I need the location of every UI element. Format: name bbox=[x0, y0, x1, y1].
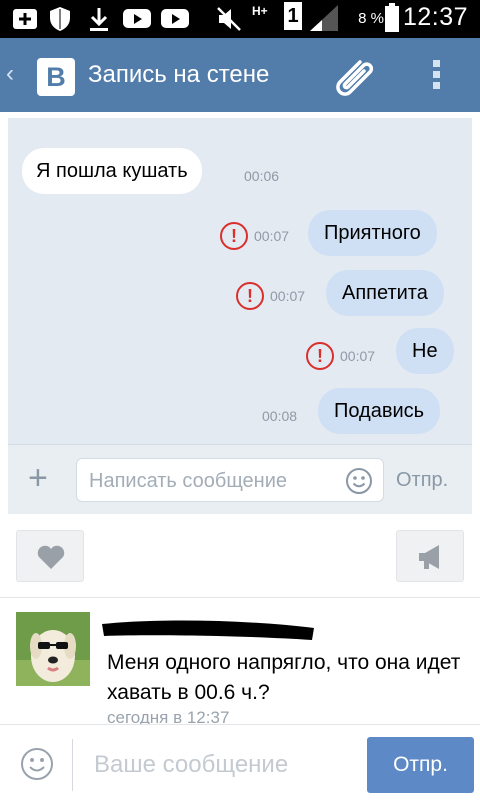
message-time: 00:06 bbox=[244, 168, 280, 184]
message-text: Аппетита bbox=[342, 282, 428, 304]
avatar[interactable] bbox=[16, 612, 90, 686]
heart-icon bbox=[37, 545, 65, 569]
comment-text: Меня одного напрягло, что она идет хават… bbox=[107, 651, 461, 704]
battery-percent: 8 % bbox=[358, 10, 384, 27]
message-text: Я пошла кушать bbox=[36, 160, 188, 182]
message-bubble: Аппетита bbox=[326, 270, 444, 316]
divider bbox=[0, 597, 480, 598]
error-icon: ! bbox=[236, 282, 264, 310]
shield-icon bbox=[50, 7, 70, 31]
message-text: Приятного bbox=[324, 222, 421, 244]
message-bubble: Я пошла кушать bbox=[22, 148, 202, 194]
plus-box-icon bbox=[13, 9, 37, 29]
status-time: 12:37 bbox=[402, 3, 468, 31]
like-button[interactable] bbox=[16, 530, 84, 582]
message-bubble: Подавись bbox=[318, 388, 441, 434]
youtube-icon bbox=[123, 9, 151, 28]
back-chevron-icon[interactable]: ‹ bbox=[6, 60, 14, 88]
mute-icon bbox=[217, 7, 241, 31]
sim-label: 1 bbox=[284, 2, 302, 30]
page-title: Запись на стене bbox=[88, 61, 270, 88]
status-bar: H+ 1 8 % 12:37 bbox=[0, 0, 480, 38]
reply-bar: Ваше сообщение Отпр. bbox=[0, 724, 480, 800]
message-bubble: Приятного bbox=[308, 210, 437, 256]
chat-compose-bar: + Написать сообщение Отпр. bbox=[8, 444, 472, 514]
megaphone-icon bbox=[419, 545, 439, 569]
compose-placeholder: Написать сообщение bbox=[89, 470, 288, 492]
smile-icon bbox=[346, 468, 372, 494]
error-icon: ! bbox=[306, 342, 334, 370]
redacted-name bbox=[102, 620, 314, 640]
message-bubble: Не bbox=[396, 328, 454, 374]
emoji-icon[interactable] bbox=[20, 747, 54, 781]
battery-icon bbox=[385, 3, 399, 32]
message-text: Подавись bbox=[334, 400, 425, 422]
message-time: 00:07 bbox=[254, 228, 290, 244]
compose-send-label: Отпр. bbox=[396, 469, 449, 491]
paperclip-icon[interactable] bbox=[330, 54, 378, 98]
message-time: 00:07 bbox=[340, 348, 376, 364]
message-text: Не bbox=[412, 340, 438, 362]
share-button[interactable] bbox=[396, 530, 464, 582]
app-header: ‹ В Запись на стене bbox=[0, 38, 480, 112]
more-menu-icon[interactable] bbox=[430, 58, 444, 92]
message-time: 00:07 bbox=[270, 288, 306, 304]
separator bbox=[72, 739, 73, 791]
signal-icon bbox=[310, 5, 338, 31]
vk-logo[interactable]: В bbox=[37, 58, 75, 96]
message-time: 00:08 bbox=[262, 408, 298, 424]
youtube-icon bbox=[161, 9, 189, 28]
send-button[interactable]: Отпр. bbox=[367, 737, 474, 793]
download-icon bbox=[90, 8, 108, 31]
plus-icon: + bbox=[28, 459, 48, 497]
reply-input[interactable]: Ваше сообщение bbox=[94, 751, 288, 779]
error-icon: ! bbox=[220, 222, 248, 250]
chat-screenshot: Я пошла кушать 00:06 ! 00:07 Приятного !… bbox=[8, 118, 472, 444]
chat-compose-input: Написать сообщение bbox=[76, 458, 384, 502]
network-type-label: H+ bbox=[252, 4, 268, 18]
